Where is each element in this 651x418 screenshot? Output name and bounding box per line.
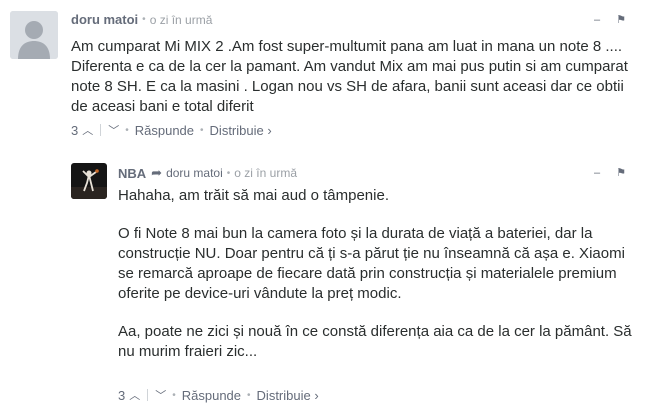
comment-paragraph: Hahaha, am trăit să mai aud o tâmpenie. — [118, 187, 389, 204]
separator-dot: • — [172, 389, 176, 401]
comment-timestamp[interactable]: o zi în urmă — [150, 13, 213, 27]
flag-icon[interactable]: ⚑ — [614, 13, 628, 26]
collapse-icon[interactable]: – — [590, 167, 604, 179]
comment-author[interactable]: NBA — [118, 166, 146, 181]
flag-icon[interactable]: ⚑ — [614, 166, 628, 179]
avatar-doru-matoi[interactable] — [10, 11, 58, 59]
separator-dot: • — [247, 389, 251, 401]
separator-dot: • — [226, 167, 231, 179]
separator-dot: • — [125, 124, 129, 136]
upvote-count: 3 — [118, 387, 126, 403]
reply-link[interactable]: Răspunde — [182, 388, 241, 403]
default-user-icon — [10, 11, 58, 59]
downvote-icon[interactable]: ﹀ — [155, 387, 166, 403]
upvote-icon[interactable]: ︿ — [129, 387, 140, 403]
comment-paragraph: O fi Note 8 mai bun la camera foto și la… — [118, 225, 625, 302]
comment-body: Hahaha, am trăit să mai aud o tâmpenie. … — [118, 186, 638, 362]
collapse-icon[interactable]: – — [590, 14, 604, 26]
reply-to-arrow-icon: ➦ — [151, 165, 163, 180]
comment-author[interactable]: doru matoi — [71, 12, 138, 27]
parent-comment-author[interactable]: doru matoi — [166, 166, 223, 180]
avatar-nba[interactable] — [71, 163, 107, 199]
downvote-icon[interactable]: ﹀ — [108, 122, 119, 138]
reply-link[interactable]: Răspunde — [135, 123, 194, 138]
vote-divider — [100, 124, 102, 136]
vote-divider — [147, 389, 149, 401]
separator-dot: • — [200, 124, 204, 136]
upvote-count: 3 — [71, 122, 79, 138]
nba-avatar-image-icon — [71, 163, 107, 199]
comment-paragraph: Am cumparat Mi MIX 2 .Am fost super-mult… — [71, 38, 628, 115]
comment-paragraph: Aa, poate ne zici și nouă în ce constă d… — [118, 323, 632, 360]
comment-timestamp[interactable]: o zi în urmă — [234, 166, 297, 180]
share-link[interactable]: Distribuie › — [210, 123, 272, 138]
comment-body: Am cumparat Mi MIX 2 .Am fost super-mult… — [71, 37, 631, 117]
share-link[interactable]: Distribuie › — [257, 388, 319, 403]
upvote-icon[interactable]: ︿ — [82, 122, 93, 138]
separator-dot: • — [142, 14, 146, 25]
